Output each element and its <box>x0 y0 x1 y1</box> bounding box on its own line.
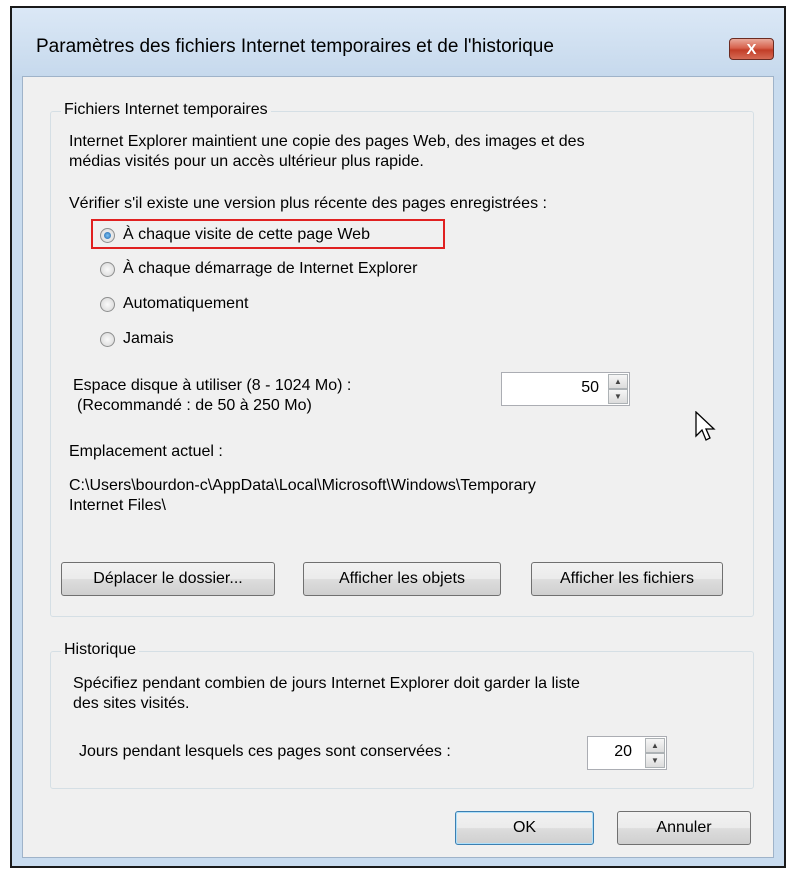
disk-space-spinner[interactable]: 50 ▲ ▼ <box>501 372 630 406</box>
view-objects-button[interactable]: Afficher les objets <box>303 562 501 596</box>
radio-label: Automatiquement <box>123 295 249 312</box>
check-prompt: Vérifier s'il existe une version plus ré… <box>69 195 547 212</box>
close-icon: X <box>746 40 757 58</box>
temp-files-description-line1: Internet Explorer maintient une copie de… <box>69 133 585 150</box>
location-path-line2: Internet Files\ <box>69 497 166 514</box>
radio-button[interactable] <box>100 331 115 347</box>
close-button[interactable]: X <box>729 38 774 60</box>
radio-label: À chaque visite de cette page Web <box>123 226 370 243</box>
history-group-label: Historique <box>61 641 140 659</box>
radio-every-visit[interactable]: À chaque visite de cette page Web <box>100 226 370 244</box>
location-label: Emplacement actuel : <box>69 443 223 460</box>
mouse-cursor-icon <box>695 411 716 441</box>
radio-button[interactable] <box>100 261 115 277</box>
title-bar: Paramètres des fichiers Internet tempora… <box>12 8 784 80</box>
disk-space-value[interactable]: 50 <box>581 379 599 397</box>
spin-up-icon[interactable]: ▲ <box>645 738 665 753</box>
ok-button[interactable]: OK <box>455 811 594 845</box>
radio-label: Jamais <box>123 330 174 347</box>
history-description-line1: Spécifiez pendant combien de jours Inter… <box>73 675 580 692</box>
temp-files-group: Fichiers Internet temporaires Internet E… <box>50 101 754 617</box>
spin-down-icon[interactable]: ▼ <box>645 753 665 768</box>
radio-label: À chaque démarrage de Internet Explorer <box>123 260 418 277</box>
spin-down-icon[interactable]: ▼ <box>608 389 628 404</box>
cancel-button[interactable]: Annuler <box>617 811 751 845</box>
history-days-spinner[interactable]: 20 ▲ ▼ <box>587 736 667 770</box>
dialog-title: Paramètres des fichiers Internet tempora… <box>36 36 554 57</box>
radio-button-checked[interactable] <box>100 227 115 243</box>
radio-every-start[interactable]: À chaque démarrage de Internet Explorer <box>100 260 417 278</box>
history-days-value[interactable]: 20 <box>614 743 632 761</box>
history-description-line2: des sites visités. <box>73 695 190 712</box>
disk-space-label-line2: (Recommandé : de 50 à 250 Mo) <box>77 397 312 414</box>
history-days-label: Jours pendant lesquels ces pages sont co… <box>79 743 451 760</box>
radio-button[interactable] <box>100 296 115 312</box>
dialog-body: Fichiers Internet temporaires Internet E… <box>22 76 774 858</box>
spin-up-icon[interactable]: ▲ <box>608 374 628 389</box>
radio-automatic[interactable]: Automatiquement <box>100 295 248 313</box>
history-group: Historique Spécifiez pendant combien de … <box>50 641 754 789</box>
temp-files-group-label: Fichiers Internet temporaires <box>61 101 271 119</box>
location-path-line1: C:\Users\bourdon-c\AppData\Local\Microso… <box>69 477 536 494</box>
dialog-window: Paramètres des fichiers Internet tempora… <box>10 6 786 868</box>
temp-files-description-line2: médias visités pour un accès ultérieur p… <box>69 153 424 170</box>
move-folder-button[interactable]: Déplacer le dossier... <box>61 562 275 596</box>
view-files-button[interactable]: Afficher les fichiers <box>531 562 723 596</box>
disk-space-label-line1: Espace disque à utiliser (8 - 1024 Mo) : <box>73 377 352 394</box>
radio-never[interactable]: Jamais <box>100 330 174 348</box>
